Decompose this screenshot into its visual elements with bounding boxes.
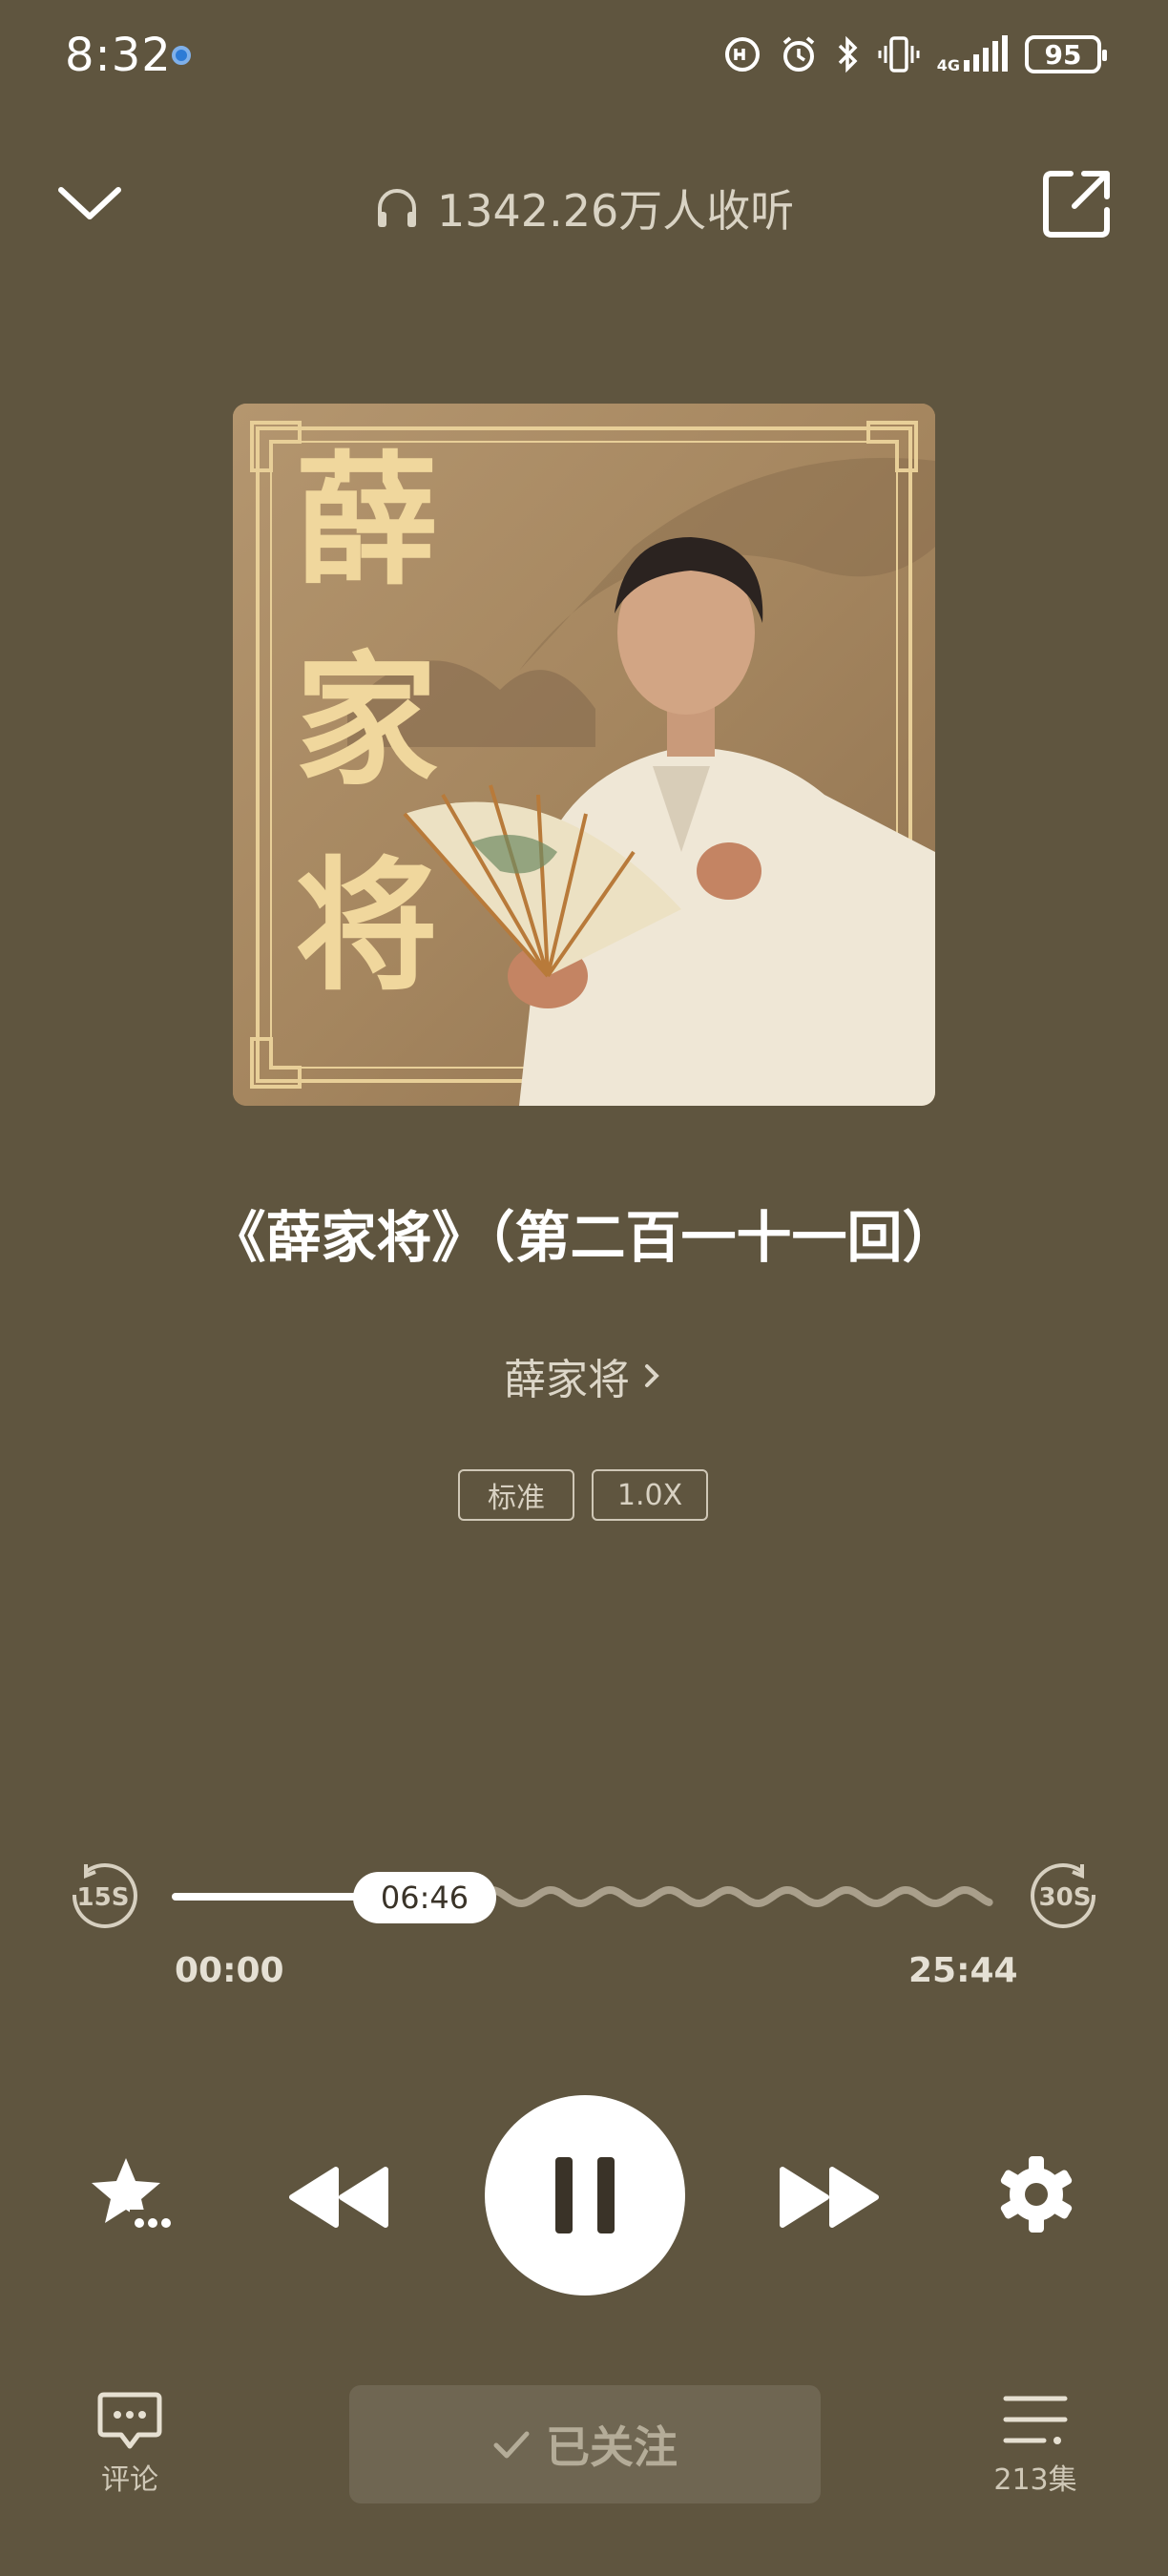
playback-tags: 标准 1.0X xyxy=(458,1469,708,1521)
check-icon xyxy=(493,2431,530,2459)
vibrate-icon xyxy=(878,36,920,73)
follow-button[interactable]: 已关注 xyxy=(349,2385,821,2503)
listener-count-text: 1342.26万人收听 xyxy=(437,185,795,237)
rewind-icon xyxy=(289,2167,388,2228)
playlist-icon xyxy=(1003,2396,1068,2444)
battery-indicator: 95 xyxy=(1025,35,1107,73)
next-button[interactable] xyxy=(777,2164,882,2231)
skip-back-15-icon: 15S xyxy=(72,1863,137,1928)
headphones-icon xyxy=(378,189,416,227)
battery-level: 95 xyxy=(1044,38,1082,71)
settings-button[interactable] xyxy=(996,2154,1076,2234)
comment-label: 评论 xyxy=(101,2463,158,2497)
episode-count: 213集 xyxy=(993,2463,1077,2497)
svg-text:薛: 薛 xyxy=(295,437,438,605)
gear-icon xyxy=(1000,2156,1073,2233)
network-type: 4G xyxy=(936,56,960,74)
star-more-icon xyxy=(92,2158,174,2234)
album-cover: 薛 家 将 xyxy=(233,404,935,1106)
skip-back-label: 15S xyxy=(77,1883,130,1912)
progress-thumb[interactable]: 06:46 xyxy=(353,1872,496,1923)
comment-button[interactable]: 评论 xyxy=(86,2391,174,2498)
status-icons: 4G 95 xyxy=(723,34,1107,74)
skip-forward-button[interactable]: 30S xyxy=(1029,1860,1101,1933)
pause-icon xyxy=(555,2157,615,2233)
follow-label: 已关注 xyxy=(546,2421,678,2473)
total-duration: 25:44 xyxy=(908,1951,1018,1990)
listener-count: 1342.26万人收听 xyxy=(372,177,794,239)
status-notification-dot xyxy=(172,46,191,65)
speed-tag[interactable]: 1.0X xyxy=(592,1469,708,1521)
track-title: 《薛家将》（第二百一十一回） xyxy=(210,1205,958,1270)
progress-track[interactable] xyxy=(172,1870,994,1927)
previous-button[interactable] xyxy=(286,2164,391,2231)
pause-button[interactable] xyxy=(485,2095,685,2296)
bluetooth-icon xyxy=(838,35,858,73)
skip-forward-30-icon: 30S xyxy=(1031,1863,1096,1928)
chevron-down-icon xyxy=(58,187,121,219)
share-button[interactable] xyxy=(1038,166,1115,242)
skip-back-button[interactable]: 15S xyxy=(67,1860,139,1933)
author-name: 薛家将 xyxy=(504,1356,630,1404)
author-link[interactable]: 薛家将 xyxy=(0,1345,1168,1406)
favorite-button[interactable] xyxy=(88,2154,176,2236)
share-icon xyxy=(1043,171,1110,238)
status-time: 8:32 xyxy=(65,29,172,82)
chevron-right-icon xyxy=(645,1364,659,1387)
playlist-button[interactable]: 213集 xyxy=(992,2391,1078,2498)
svg-text:将: 将 xyxy=(295,842,438,1010)
skip-forward-label: 30S xyxy=(1039,1883,1092,1912)
fast-forward-icon xyxy=(780,2167,879,2228)
signal-icon: 4G xyxy=(937,35,1008,73)
svg-text:家: 家 xyxy=(295,637,438,805)
comment-icon xyxy=(97,2392,162,2449)
collapse-button[interactable] xyxy=(55,177,124,230)
alarm-icon xyxy=(782,36,815,72)
quality-tag[interactable]: 标准 xyxy=(458,1469,574,1521)
elapsed-time: 00:00 xyxy=(175,1951,284,1990)
hd-call-icon xyxy=(724,37,760,72)
